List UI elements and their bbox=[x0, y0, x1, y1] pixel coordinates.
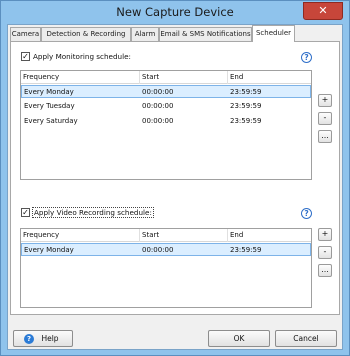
tab-detection-recording[interactable]: Detection & Recording bbox=[41, 27, 131, 41]
cell-start: 00:00:00 bbox=[142, 117, 174, 125]
column-header-end[interactable]: End bbox=[228, 71, 311, 84]
video-recording-schedule-list[interactable]: Frequency Start End Every Monday 00:00:0… bbox=[20, 228, 312, 308]
close-button[interactable]: ✕ bbox=[303, 2, 343, 20]
cell-frequency: Every Monday bbox=[24, 246, 74, 254]
title-bar: New Capture Device ✕ bbox=[1, 1, 349, 25]
cell-frequency: Every Saturday bbox=[24, 117, 78, 125]
tab-alarm[interactable]: Alarm bbox=[131, 27, 159, 41]
column-header-end[interactable]: End bbox=[228, 229, 311, 242]
cell-end: 23:59:59 bbox=[230, 246, 262, 254]
checkbox-box[interactable]: ✓ bbox=[21, 51, 30, 61]
edit-recording-schedule-button[interactable]: ... bbox=[318, 264, 332, 277]
checkbox-box[interactable]: ✓ bbox=[21, 207, 30, 217]
cell-frequency: Every Tuesday bbox=[24, 102, 75, 110]
table-row[interactable]: Every Tuesday 00:00:00 23:59:59 bbox=[21, 100, 311, 113]
scheduler-panel: ✓ Apply Monitoring schedule: ? Frequency… bbox=[10, 41, 340, 315]
edit-monitoring-schedule-button[interactable]: ... bbox=[318, 130, 332, 143]
dialog-client-area: Camera Detection & Recording Alarm Email… bbox=[7, 24, 343, 350]
column-header-start[interactable]: Start bbox=[140, 71, 228, 84]
help-icon[interactable]: ? bbox=[301, 52, 312, 63]
tab-scheduler[interactable]: Scheduler bbox=[252, 25, 295, 42]
tab-camera[interactable]: Camera bbox=[10, 27, 41, 41]
apply-monitoring-schedule-checkbox[interactable]: ✓ Apply Monitoring schedule: bbox=[21, 50, 131, 62]
dialog-window: New Capture Device ✕ Camera Detection & … bbox=[0, 0, 350, 356]
cell-end: 23:59:59 bbox=[230, 102, 262, 110]
cell-frequency: Every Monday bbox=[24, 88, 74, 96]
cell-start: 00:00:00 bbox=[142, 102, 174, 110]
remove-recording-schedule-button[interactable]: - bbox=[318, 246, 332, 259]
ok-button[interactable]: OK bbox=[208, 330, 270, 347]
monitoring-schedule-list[interactable]: Frequency Start End Every Monday 00:00:0… bbox=[20, 70, 312, 180]
add-monitoring-schedule-button[interactable]: + bbox=[318, 94, 332, 107]
table-row[interactable]: Every Saturday 00:00:00 23:59:59 bbox=[21, 115, 311, 128]
column-header-frequency[interactable]: Frequency bbox=[21, 71, 140, 84]
cell-end: 23:59:59 bbox=[230, 117, 262, 125]
window-title: New Capture Device bbox=[116, 5, 234, 19]
checkbox-label: Apply Monitoring schedule: bbox=[33, 51, 131, 61]
table-row[interactable]: Every Monday 00:00:00 23:59:59 bbox=[21, 243, 311, 256]
cell-start: 00:00:00 bbox=[142, 246, 174, 254]
table-row[interactable]: Every Monday 00:00:00 23:59:59 bbox=[21, 85, 311, 98]
remove-monitoring-schedule-button[interactable]: - bbox=[318, 112, 332, 125]
checkbox-label: Apply Video Recording schedule: bbox=[32, 206, 154, 218]
help-button[interactable]: ? Help bbox=[13, 330, 73, 347]
list-header: Frequency Start End bbox=[21, 71, 311, 84]
cancel-button[interactable]: Cancel bbox=[275, 330, 337, 347]
apply-video-recording-schedule-checkbox[interactable]: ✓ Apply Video Recording schedule: bbox=[21, 206, 154, 218]
column-header-frequency[interactable]: Frequency bbox=[21, 229, 140, 242]
tab-email-sms-notifications[interactable]: Email & SMS Notifications bbox=[159, 27, 252, 41]
tab-strip: Camera Detection & Recording Alarm Email… bbox=[8, 25, 342, 42]
add-recording-schedule-button[interactable]: + bbox=[318, 228, 332, 241]
help-circle-icon: ? bbox=[24, 334, 34, 344]
list-header: Frequency Start End bbox=[21, 229, 311, 242]
cell-start: 00:00:00 bbox=[142, 88, 174, 96]
column-header-start[interactable]: Start bbox=[140, 229, 228, 242]
cell-end: 23:59:59 bbox=[230, 88, 262, 96]
help-icon[interactable]: ? bbox=[301, 208, 312, 219]
